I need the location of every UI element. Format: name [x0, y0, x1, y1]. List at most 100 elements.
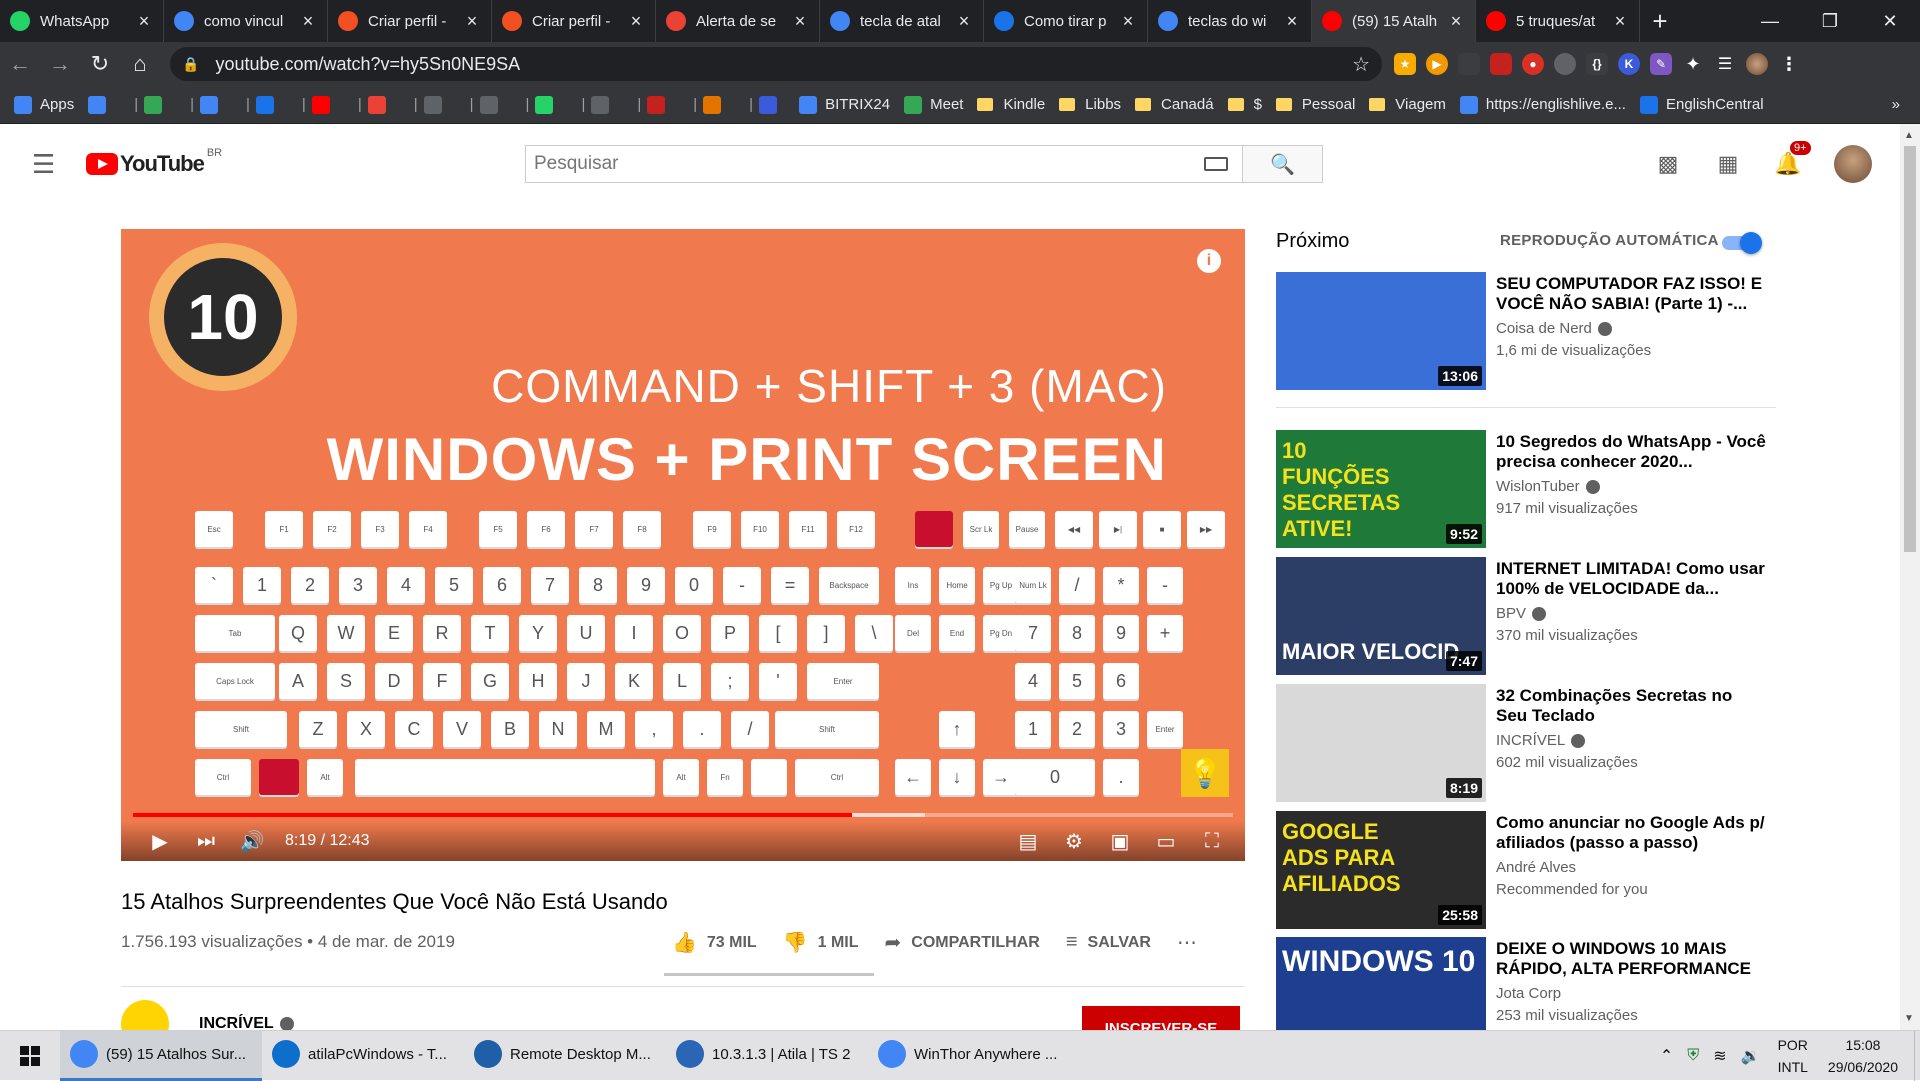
browser-tab[interactable]: 5 truques/at × — [1476, 0, 1640, 42]
tab-close-icon[interactable]: × — [463, 11, 481, 32]
forward-button[interactable]: → — [40, 42, 80, 86]
play-icon[interactable]: ▶ — [137, 829, 183, 854]
puzzle-icon[interactable]: ✦ — [1682, 53, 1704, 75]
bookmark-item[interactable]: Apps — [14, 95, 74, 114]
bookmark-item[interactable]: EnglishCentral — [1639, 95, 1764, 114]
tab-close-icon[interactable]: × — [791, 11, 809, 32]
autoplay-toggle[interactable] — [1722, 232, 1766, 254]
notifications-bell-icon[interactable]: 🔔 9+ — [1758, 141, 1818, 177]
record-extension-icon[interactable]: ● — [1522, 53, 1544, 75]
recommendation-item[interactable]: GOOGLE ADS PARA AFILIADOS 25:58 Como anunc… — [1276, 811, 1776, 931]
bookmark-item[interactable]: Pessoal — [1275, 96, 1355, 113]
page-scrollbar[interactable]: ▲ ▼ — [1900, 124, 1920, 1030]
star-extension-icon[interactable]: ★ — [1394, 53, 1416, 75]
bookmark-item[interactable] — [311, 95, 338, 114]
recommendation-title[interactable]: INTERNET LIMITADA! Como usar 100% de VEL… — [1496, 559, 1766, 599]
bookmark-item[interactable]: Canadá — [1135, 96, 1214, 113]
media-controls-icon[interactable]: ☰ — [1714, 53, 1736, 75]
recommendation-title[interactable]: 32 Combinações Secretas no Seu Teclado — [1496, 686, 1766, 726]
bookmark-item[interactable]: Meet — [904, 95, 963, 114]
browser-tab[interactable]: WhatsApp × — [0, 0, 164, 42]
colors-extension-icon[interactable] — [1554, 53, 1576, 75]
video-thumbnail[interactable]: GOOGLE ADS PARA AFILIADOS 25:58 — [1276, 811, 1486, 929]
search-input[interactable] — [526, 146, 1204, 182]
bookmarks-more-icon[interactable]: » — [1892, 96, 1900, 113]
volume-tray-icon[interactable]: 🔉 — [1741, 1046, 1761, 1066]
play-extension-icon[interactable]: ▶ — [1426, 53, 1448, 75]
browser-tab[interactable]: teclas do wi × — [1148, 0, 1312, 42]
pdf-extension-icon[interactable] — [1490, 53, 1512, 75]
progress-bar[interactable] — [133, 813, 1233, 817]
bookmark-item[interactable]: BITRIX24 — [799, 95, 890, 114]
search-button[interactable]: 🔍 — [1243, 145, 1323, 183]
back-button[interactable]: ← — [0, 42, 40, 86]
taskbar-item[interactable]: Remote Desktop M... — [464, 1031, 666, 1081]
info-icon[interactable]: i — [1197, 249, 1221, 273]
recommendation-title[interactable]: Como anunciar no Google Ads p/ afiliados… — [1496, 813, 1766, 853]
browser-tab[interactable]: Como tirar p × — [984, 0, 1148, 42]
subtitles-icon[interactable]: ▤ — [1005, 829, 1051, 854]
tab-close-icon[interactable]: × — [1447, 11, 1465, 32]
taskbar-item[interactable]: WinThor Anywhere ... — [868, 1031, 1070, 1081]
new-tab-button[interactable]: + — [1640, 0, 1680, 42]
code-extension-icon[interactable]: {} — [1586, 53, 1608, 75]
bookmark-item[interactable] — [88, 95, 114, 114]
theater-mode-icon[interactable]: ▭ — [1143, 829, 1189, 854]
video-player[interactable]: 10 i COMMAND + SHIFT + 3 (MAC) WINDOWS +… — [121, 229, 1245, 861]
hamburger-menu-icon[interactable]: ☰ — [32, 149, 58, 180]
taskbar-item[interactable]: atilaPcWindows - T... — [262, 1031, 464, 1081]
profile-avatar[interactable] — [1746, 53, 1768, 75]
bookmark-item[interactable] — [144, 95, 170, 114]
bookmark-item[interactable]: https://englishlive.e... — [1459, 95, 1626, 114]
scroll-thumb[interactable] — [1904, 146, 1916, 552]
clock[interactable]: 15:08 29/06/2020 — [1828, 1034, 1898, 1078]
volume-icon[interactable]: 🔊 — [229, 829, 275, 854]
tab-close-icon[interactable]: × — [1119, 11, 1137, 32]
more-actions-button[interactable]: ⋯ — [1177, 930, 1207, 955]
home-button[interactable]: ⌂ — [120, 42, 160, 86]
browser-tab[interactable]: Criar perfil - × — [328, 0, 492, 42]
bookmark-item[interactable] — [647, 95, 673, 114]
network-icon[interactable]: ≋ — [1713, 1046, 1726, 1066]
tab-close-icon[interactable]: × — [1611, 11, 1629, 32]
tab-close-icon[interactable]: × — [135, 11, 153, 32]
youtube-logo[interactable]: YouTube BR — [86, 147, 222, 177]
apps-grid-icon[interactable]: ▦ — [1698, 151, 1758, 177]
tab-close-icon[interactable]: × — [627, 11, 645, 32]
create-video-icon[interactable]: ▩ — [1638, 151, 1698, 177]
bookmark-item[interactable] — [367, 95, 394, 114]
recommendation-item[interactable]: 10 FUNÇÕES SECRETAS ATIVE! 9:52 10 Segredo… — [1276, 430, 1776, 550]
bookmark-item[interactable] — [535, 95, 561, 114]
recommendation-item[interactable]: 13:06 SEU COMPUTADOR FAZ ISSO! E VOCÊ NÃO… — [1276, 272, 1776, 392]
video-thumbnail[interactable]: 8:19 — [1276, 684, 1486, 802]
bookmark-item[interactable] — [703, 95, 729, 114]
address-bar[interactable]: 🔒 youtube.com/watch?v=hy5Sn0NE9SA ☆ — [170, 47, 1382, 81]
show-desktop-button[interactable] — [1914, 1031, 1920, 1081]
pen-extension-icon[interactable]: ✎ — [1650, 53, 1672, 75]
bookmark-item[interactable] — [479, 95, 506, 114]
recommendation-title[interactable]: DEIXE O WINDOWS 10 MAIS RÁPIDO, ALTA PER… — [1496, 939, 1766, 979]
taskbar-item[interactable]: 10.3.1.3 | Atila | TS 2 — [666, 1031, 868, 1081]
bookmark-item[interactable] — [200, 95, 226, 114]
bookmark-item[interactable] — [759, 95, 785, 114]
browser-tab[interactable]: (59) 15 Atalh × — [1312, 0, 1476, 42]
reload-button[interactable]: ↻ — [80, 42, 120, 86]
browser-tab[interactable]: Alerta de se × — [656, 0, 820, 42]
keyboard-icon[interactable] — [1204, 157, 1228, 171]
bookmark-star-icon[interactable]: ☆ — [1352, 52, 1370, 77]
browser-tab[interactable]: Criar perfil - × — [492, 0, 656, 42]
video-thumbnail[interactable]: 13:06 — [1276, 272, 1486, 390]
tab-close-icon[interactable]: × — [299, 11, 317, 32]
recommendation-title[interactable]: SEU COMPUTADOR FAZ ISSO! E VOCÊ NÃO SABI… — [1496, 274, 1766, 314]
taskbar-item[interactable]: (59) 15 Atalhos Sur... — [60, 1030, 262, 1081]
fullscreen-icon[interactable]: ⛶ — [1189, 829, 1235, 854]
browser-tab[interactable]: como vincul × — [164, 0, 328, 42]
settings-gear-icon[interactable]: ⚙ — [1051, 829, 1097, 854]
language-indicator[interactable]: POR INTL — [1778, 1034, 1808, 1078]
video-thumbnail[interactable]: 10 FUNÇÕES SECRETAS ATIVE! 9:52 — [1276, 430, 1486, 548]
k-extension-icon[interactable]: K — [1618, 53, 1640, 75]
restore-button[interactable]: ❐ — [1800, 0, 1860, 42]
browser-tab[interactable]: tecla de atal × — [820, 0, 984, 42]
bookmark-item[interactable] — [423, 95, 450, 114]
tab-close-icon[interactable]: × — [955, 11, 973, 32]
